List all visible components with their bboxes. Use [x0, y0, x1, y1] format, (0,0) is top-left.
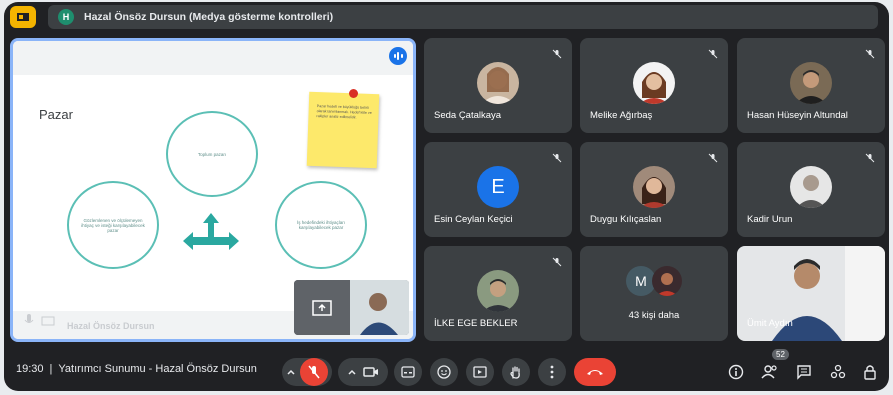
- present-screen-icon: [473, 366, 487, 378]
- mic-off-icon: [552, 46, 562, 64]
- participant-avatar: [477, 270, 519, 312]
- participant-tile[interactable]: E Esin Ceylan Keçici: [424, 142, 572, 237]
- host-controls-icon[interactable]: [860, 362, 880, 382]
- present-button[interactable]: [466, 358, 494, 386]
- hand-icon: [510, 366, 520, 379]
- presenting-label: Hazal Önsöz Dursun (Medya gösterme kontr…: [84, 11, 334, 23]
- top-bar: H Hazal Önsöz Dursun (Medya gösterme kon…: [4, 2, 889, 32]
- meeting-title: Yatırımcı Sunumu - Hazal Önsöz Dursun: [58, 363, 257, 375]
- captions-button[interactable]: [394, 358, 422, 386]
- participant-name: Hasan Hüseyin Altundal: [747, 110, 848, 121]
- sticky-note: Pazar hedefi ve büyüklüğü belirli olarak…: [306, 91, 380, 169]
- people-icon[interactable]: [760, 362, 780, 382]
- presentation-chip[interactable]: H Hazal Önsöz Dursun (Medya gösterme kon…: [48, 5, 878, 29]
- slide-header: [13, 41, 413, 75]
- presentation-view[interactable]: Pazar Toplum pazarı Gözlemlenen ve ölçül…: [10, 38, 416, 342]
- three-way-arrow-icon: [183, 213, 239, 250]
- clock-time: 19:30: [16, 363, 44, 375]
- camera-control[interactable]: [338, 358, 388, 386]
- participant-tile[interactable]: Melike Ağırbaş: [580, 38, 728, 133]
- participant-avatar: E: [477, 166, 519, 208]
- end-call-button[interactable]: [574, 358, 616, 386]
- meeting-info: 19:30 | Yatırımcı Sunumu - Hazal Önsöz Dur…: [16, 363, 257, 375]
- activities-icon[interactable]: [828, 362, 848, 382]
- slide-circle-left: Gözlemlenen ve ölçülemeyen ihtiyaç ve is…: [67, 181, 159, 269]
- chat-icon[interactable]: [794, 362, 814, 382]
- participant-avatar: [477, 62, 519, 104]
- mic-off-icon: [552, 254, 562, 272]
- people-count-badge: 52: [772, 349, 789, 360]
- chevron-up-icon[interactable]: [286, 367, 296, 377]
- presenter-name: Hazal Önsöz Dursun: [67, 321, 155, 331]
- raise-hand-button[interactable]: [502, 358, 530, 386]
- mic-off-icon: [708, 150, 718, 168]
- more-participants-label: 43 kişi daha: [628, 310, 680, 321]
- more-vert-icon: [550, 365, 554, 379]
- participant-name: Ümit Aydın: [747, 318, 793, 329]
- pushpin-icon: [349, 89, 358, 98]
- emoji-icon: [437, 365, 451, 379]
- mic-off-icon: [865, 150, 875, 168]
- bottom-bar: 19:30 | Yatırımcı Sunumu - Hazal Önsöz Dur…: [4, 349, 889, 391]
- participant-avatar: [633, 62, 675, 104]
- self-view-tile[interactable]: [294, 280, 409, 335]
- participant-avatar: [790, 166, 832, 208]
- participant-name: Kadir Urun: [747, 214, 793, 225]
- audio-activity-icon: [389, 47, 407, 65]
- mic-off-icon: [23, 313, 35, 332]
- participant-name: İLKE EGE BEKLER: [434, 318, 518, 329]
- mic-off-icon[interactable]: [300, 358, 328, 386]
- slide-title: Pazar: [39, 107, 73, 122]
- captions-icon: [401, 366, 415, 378]
- presenter-avatar: H: [58, 9, 74, 25]
- participant-tile[interactable]: Hasan Hüseyin Altundal: [737, 38, 885, 133]
- mic-off-icon: [865, 46, 875, 64]
- participant-name: Esin Ceylan Keçici: [434, 214, 513, 225]
- self-video: [350, 280, 409, 335]
- end-call-icon: [587, 370, 603, 375]
- present-screen-icon: [294, 280, 350, 335]
- more-participants-tile[interactable]: M 43 kişi daha: [580, 246, 728, 341]
- screen-share-icon: [41, 314, 55, 332]
- participant-avatar: [633, 166, 675, 208]
- emoji-button[interactable]: [430, 358, 458, 386]
- chevron-up-icon[interactable]: [347, 367, 357, 377]
- mic-off-icon: [552, 150, 562, 168]
- meeting-details-icon[interactable]: [726, 362, 746, 382]
- participant-tile[interactable]: Duygu Kılıçaslan: [580, 142, 728, 237]
- participant-tile[interactable]: Kadir Urun: [737, 142, 885, 237]
- participant-name: Duygu Kılıçaslan: [590, 214, 662, 225]
- more-options-button[interactable]: [538, 358, 566, 386]
- camera-icon[interactable]: [363, 366, 379, 378]
- participant-tile[interactable]: Ümit Aydın: [737, 246, 885, 341]
- participant-tile[interactable]: Seda Çatalkaya: [424, 38, 572, 133]
- mic-off-icon: [708, 46, 718, 64]
- meet-app-icon[interactable]: [10, 6, 36, 28]
- slide-circle-top: Toplum pazarı: [166, 111, 258, 197]
- participant-name: Seda Çatalkaya: [434, 110, 502, 121]
- meet-window: H Hazal Önsöz Dursun (Medya gösterme kon…: [4, 2, 889, 391]
- participant-tile[interactable]: İLKE EGE BEKLER: [424, 246, 572, 341]
- participant-avatar: [790, 62, 832, 104]
- slide-circle-right: İş hedefindeki ihtiyaçları karşılayabile…: [275, 181, 367, 269]
- participant-name: Melike Ağırbaş: [590, 110, 653, 121]
- participant-avatar: [652, 266, 682, 296]
- mic-control[interactable]: [282, 358, 332, 386]
